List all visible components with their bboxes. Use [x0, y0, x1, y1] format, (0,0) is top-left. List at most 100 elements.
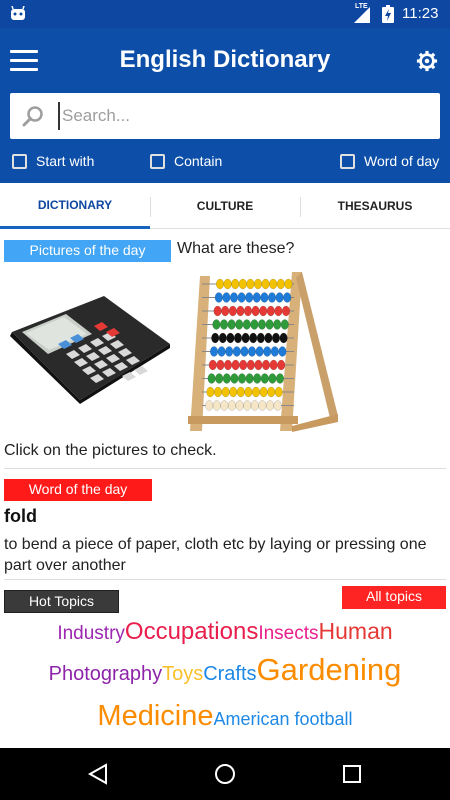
abacus-bead — [243, 400, 252, 411]
abacus-bead — [222, 373, 231, 384]
abacus-bead — [275, 373, 285, 384]
abacus-bead — [264, 332, 273, 344]
abacus-bead — [269, 359, 278, 371]
abacus-bead — [231, 278, 240, 290]
topic-link[interactable]: Gardening — [257, 652, 402, 687]
topic-link[interactable]: Industry — [57, 623, 125, 644]
abacus-bead — [250, 400, 259, 411]
abacus-bead — [244, 386, 253, 398]
abacus-bead — [219, 319, 229, 330]
abacus-bead — [270, 346, 279, 357]
abacus-bead — [220, 400, 229, 411]
abacus-bead — [246, 359, 255, 371]
topic-link[interactable]: Toys — [162, 663, 203, 685]
abacus-bead — [232, 346, 241, 357]
abacus-bead — [266, 305, 275, 317]
abacus-bead — [267, 292, 277, 303]
abacus-bead — [256, 332, 265, 344]
abacus-bead — [218, 332, 227, 344]
battery-charging-icon — [382, 5, 394, 23]
abacus-bead — [257, 319, 267, 330]
section-divider — [4, 468, 446, 469]
abacus-bead — [211, 332, 220, 344]
settings-gear-icon[interactable] — [416, 50, 438, 72]
network-type: LTE — [355, 3, 368, 10]
navigation-bar — [0, 748, 450, 800]
abacus-bead — [213, 386, 223, 398]
abacus-bead — [255, 346, 264, 357]
recents-icon[interactable] — [340, 762, 364, 786]
abacus-picture[interactable] — [180, 266, 338, 434]
calculator-picture[interactable] — [4, 292, 172, 404]
abacus-bead — [230, 373, 239, 384]
tab-dictionary[interactable]: DICTIONARY — [0, 183, 150, 229]
abacus-bead — [242, 319, 251, 330]
abacus-bead — [251, 386, 261, 398]
topic-cloud-line: MedicineAmerican football — [0, 700, 450, 733]
search-icon — [22, 106, 43, 127]
abacus-bead — [273, 319, 282, 330]
abacus-bead — [253, 278, 263, 290]
abacus-bead — [243, 305, 253, 317]
home-icon[interactable] — [213, 762, 237, 786]
topic-link[interactable]: American football — [213, 709, 352, 729]
abacus-bead — [207, 373, 216, 384]
abacus-bead — [228, 305, 237, 317]
abacus-bead — [213, 305, 222, 317]
contain-checkbox[interactable]: Contain — [150, 153, 222, 169]
abacus-bead — [278, 346, 287, 357]
status-bar: LTE 11:23 — [0, 0, 450, 28]
topic-link[interactable]: Occupations — [125, 618, 258, 645]
abacus-bead — [274, 305, 283, 317]
abacus-bead — [205, 400, 214, 411]
abacus-bead — [277, 359, 286, 371]
abacus-bead — [265, 400, 275, 411]
topic-link[interactable]: Crafts — [203, 663, 256, 685]
start-with-label: Start with — [36, 153, 95, 169]
abacus-bead — [239, 359, 248, 371]
abacus-bead — [271, 332, 281, 344]
abacus-bead — [208, 359, 217, 371]
abacus-bead — [227, 319, 236, 330]
all-topics-button[interactable]: All topics — [342, 586, 446, 609]
checkbox-icon — [12, 153, 27, 169]
abacus-bead — [275, 292, 284, 303]
abacus-bead — [252, 292, 261, 303]
tab-culture[interactable]: CULTURE — [150, 183, 300, 229]
back-icon[interactable] — [86, 762, 110, 786]
abacus-bead — [284, 278, 293, 290]
app-bar: English Dictionary Start with Contain Wo… — [0, 28, 450, 183]
search-input[interactable] — [58, 102, 428, 130]
checkbox-icon — [150, 153, 165, 169]
abacus-bead — [261, 359, 271, 371]
word-of-day-checkbox[interactable]: Word of day — [340, 153, 439, 169]
abacus-bead — [227, 400, 237, 411]
abacus-bead — [237, 373, 247, 384]
topic-link[interactable]: Insects — [258, 623, 318, 644]
topic-link[interactable]: Medicine — [97, 700, 213, 732]
abacus-bead — [214, 292, 223, 303]
abacus-bead — [247, 346, 257, 357]
start-with-checkbox[interactable]: Start with — [12, 153, 94, 169]
tab-thesaurus[interactable]: THESAURUS — [300, 183, 450, 229]
abacus-bead — [221, 305, 230, 317]
abacus-bead — [261, 278, 270, 290]
abacus-bead — [283, 292, 292, 303]
abacus-bead — [236, 305, 245, 317]
abacus-bead — [267, 386, 276, 398]
abacus-bead — [235, 319, 244, 330]
abacus-bead — [274, 386, 283, 398]
abacus-bead — [279, 332, 288, 344]
topic-link[interactable]: Human — [319, 618, 393, 644]
abacus-bead — [240, 346, 249, 357]
pictures-of-day-label: Pictures of the day — [4, 240, 171, 262]
abacus-bead — [223, 278, 232, 290]
abacus-bead — [215, 278, 225, 290]
android-icon — [11, 6, 25, 20]
pictures-question: What are these? — [177, 240, 295, 257]
word-of-day-word[interactable]: fold — [4, 506, 37, 527]
word-of-day-definition: to bend a piece of paper, cloth etc by l… — [4, 536, 427, 574]
abacus-bead — [236, 386, 245, 398]
abacus-bead — [268, 373, 277, 384]
topic-link[interactable]: Photography — [49, 663, 162, 685]
